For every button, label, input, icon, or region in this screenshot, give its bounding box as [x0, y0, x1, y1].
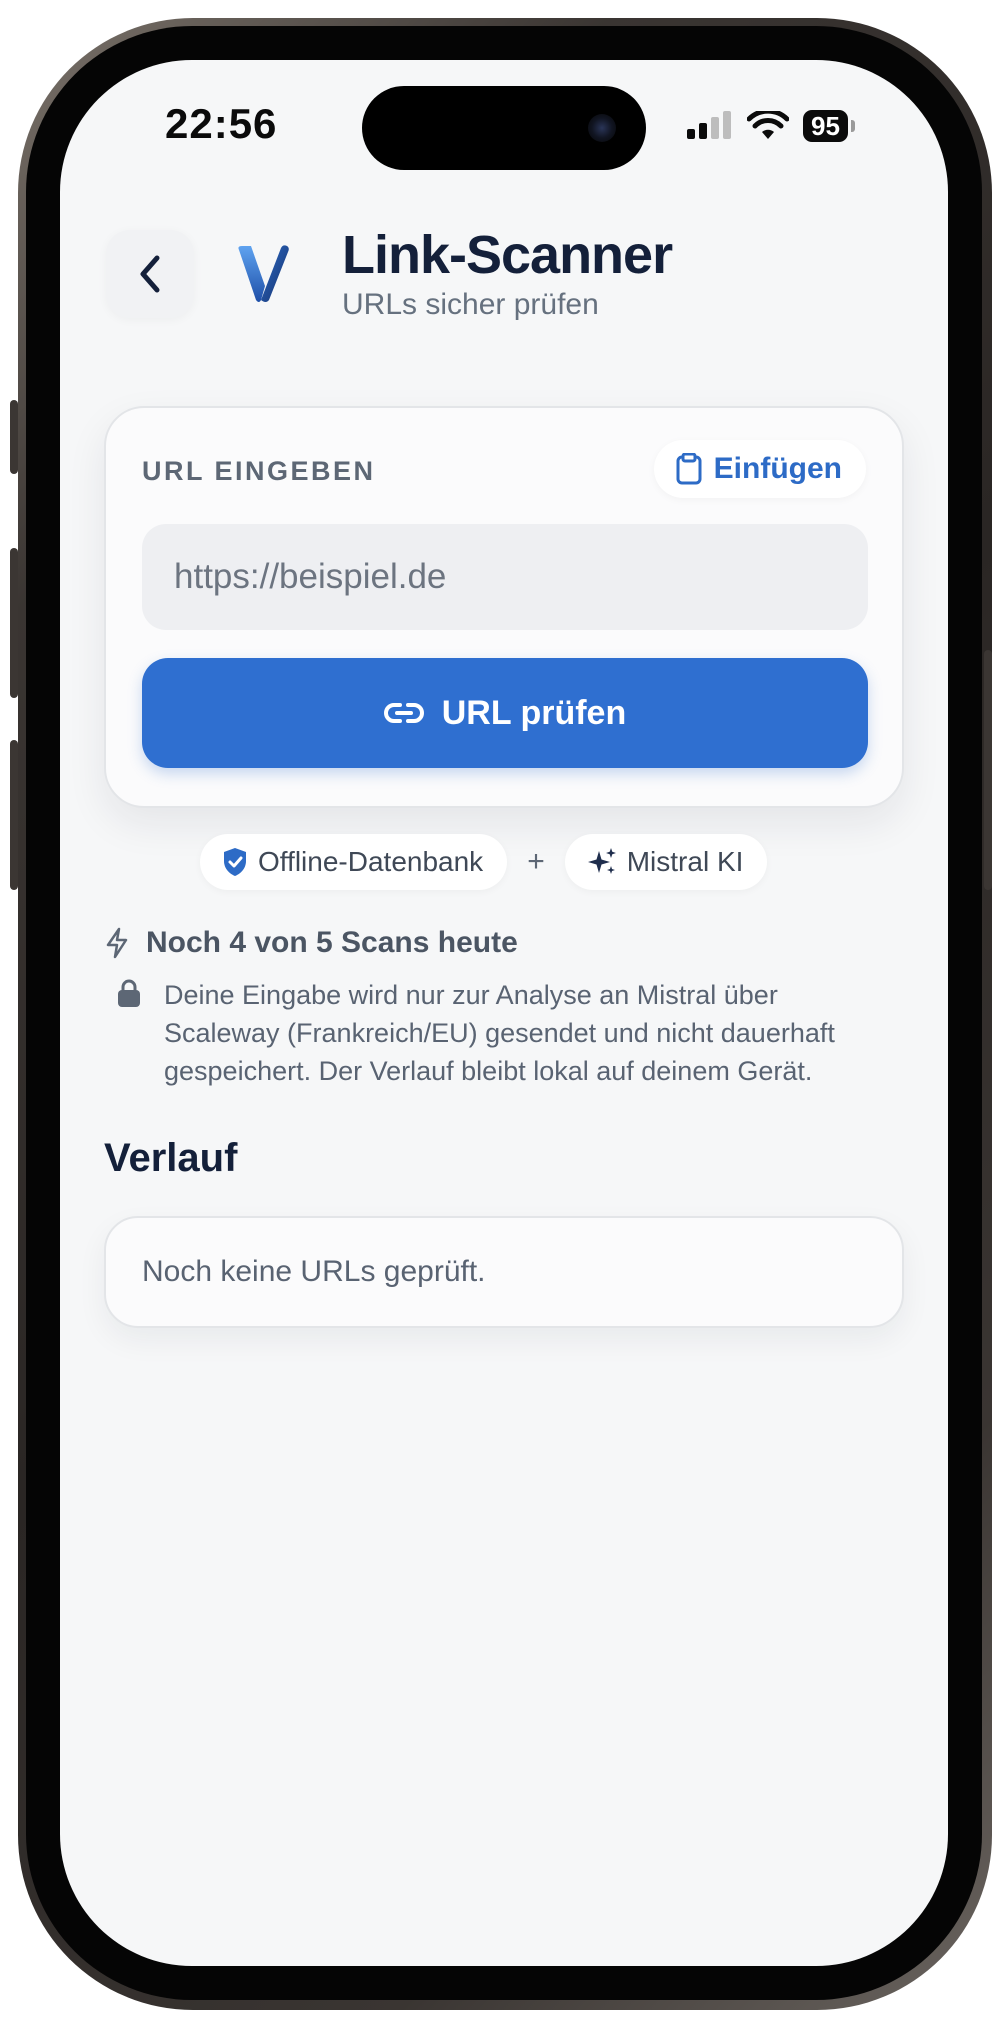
camera-icon	[588, 114, 616, 142]
status-time: 22:56	[165, 100, 278, 147]
side-button	[984, 650, 992, 890]
check-url-button-label: URL prüfen	[441, 693, 627, 732]
privacy-notice: Deine Eingabe wird nur zur Analyse an Mi…	[164, 980, 835, 1086]
battery-indicator: 95	[803, 110, 855, 142]
cellular-signal-icon	[687, 111, 731, 139]
history-list: Noch keine URLs geprüft.	[104, 1216, 904, 1328]
source-chips: Offline-Datenbank + Mistral KI	[200, 834, 768, 890]
page-title: Link-Scanner	[342, 225, 673, 285]
back-button[interactable]	[106, 230, 194, 318]
link-icon	[383, 703, 424, 723]
status-indicators: 95	[687, 110, 855, 142]
scan-quota: Noch 4 von 5 Scans heute	[104, 926, 518, 960]
bolt-icon	[106, 927, 128, 959]
history-empty-state: Noch keine URLs geprüft.	[142, 1255, 486, 1288]
lock-icon	[118, 979, 140, 1007]
chip-offline-database: Offline-Datenbank	[200, 834, 508, 890]
url-input[interactable]	[142, 524, 868, 630]
page-subtitle: URLs sicher prüfen	[342, 288, 599, 321]
dynamic-island	[362, 86, 646, 170]
shield-check-icon	[224, 848, 246, 876]
action-button	[10, 400, 18, 474]
paste-button[interactable]: Einfügen	[653, 440, 866, 498]
plus-separator: +	[527, 845, 545, 878]
screen: 22:56 95 Link-Scanner URLs sicher prüfen…	[60, 60, 948, 1966]
sparkles-icon	[587, 848, 616, 874]
scan-quota-text: Noch 4 von 5 Scans heute	[146, 926, 518, 959]
chevron-left-icon	[140, 255, 160, 293]
url-input-label: URL EINGEBEN	[142, 456, 376, 486]
volume-up-button	[10, 548, 18, 698]
paste-button-label: Einfügen	[713, 452, 842, 485]
chip-mistral-ai-label: Mistral KI	[626, 846, 744, 877]
chip-offline-database-label: Offline-Datenbank	[258, 846, 484, 877]
history-title: Verlauf	[104, 1136, 238, 1180]
v-logo-icon	[238, 245, 289, 302]
volume-down-button	[10, 740, 18, 890]
url-input-card: URL EINGEBEN Einfügen URL prüfen	[104, 406, 904, 808]
clipboard-icon	[676, 453, 702, 485]
wifi-icon	[747, 111, 789, 139]
chip-mistral-ai: Mistral KI	[564, 834, 768, 890]
check-url-button[interactable]: URL prüfen	[142, 658, 868, 768]
